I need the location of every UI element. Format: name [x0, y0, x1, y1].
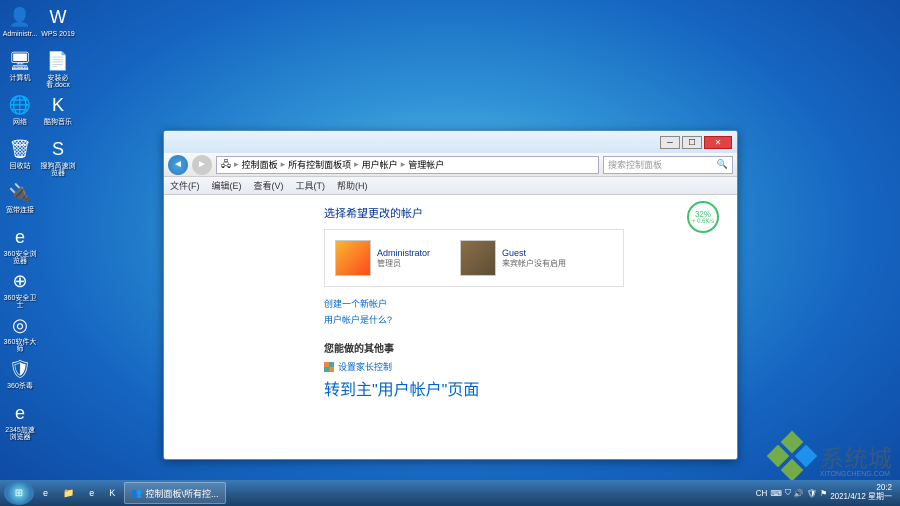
- icon-image: 📄: [45, 48, 71, 74]
- account-guest[interactable]: Guest 来宾帐户没有启用: [460, 240, 566, 276]
- menu-tools[interactable]: 工具(T): [296, 179, 326, 192]
- taskbar-pin[interactable]: e: [37, 482, 54, 504]
- icon-image: e: [7, 400, 33, 426]
- menubar: 文件(F) 编辑(E) 查看(V) 工具(T) 帮助(H): [164, 177, 737, 195]
- system-tray: CH ⌨ ⛉ 🔊 🛡 ⚑ 20:2 2021/4/12 星期一: [756, 484, 896, 502]
- breadcrumb-icon: 🖧: [221, 157, 231, 173]
- icon-label: 360杀毒: [7, 383, 33, 390]
- section-title: 选择希望更改的帐户: [324, 205, 717, 221]
- maximize-button[interactable]: ☐: [682, 136, 702, 149]
- link-goto-main[interactable]: 转到主"用户帐户"页面: [324, 376, 717, 400]
- icon-image: ⊕: [7, 268, 33, 294]
- desktop-icon[interactable]: 🛡360杀毒: [2, 356, 38, 398]
- minimize-button[interactable]: ─: [660, 136, 680, 149]
- desktop-icon[interactable]: WWPS 2019: [40, 4, 76, 46]
- icon-image: 🛡: [7, 356, 33, 382]
- icon-label: 360安全浏览器: [2, 251, 38, 265]
- icon-label: 安装必看.docx: [40, 75, 76, 89]
- forward-button[interactable]: ►: [192, 155, 212, 175]
- menu-file[interactable]: 文件(F): [170, 179, 200, 192]
- desktop-icon[interactable]: e360安全浏览器: [2, 224, 38, 266]
- icon-image: S: [45, 136, 71, 162]
- desktop-icon[interactable]: e2345加速浏览器: [2, 400, 38, 442]
- search-icon: 🔍: [717, 159, 728, 170]
- desktop-icon[interactable]: S搜狗高速浏览器: [40, 136, 76, 178]
- icon-label: 宽带连接: [6, 207, 34, 214]
- desktop-icon[interactable]: 📄安装必看.docx: [40, 48, 76, 90]
- tray-icon[interactable]: ⚑: [820, 489, 827, 498]
- icon-label: 酷狗音乐: [44, 119, 72, 126]
- icon-label: 360安全卫士: [2, 295, 38, 309]
- desktop-icon[interactable]: ⊕360安全卫士: [2, 268, 38, 310]
- taskbar-task[interactable]: 👥控制面板\所有控...: [124, 482, 225, 504]
- account-administrator[interactable]: Administrator 管理员: [335, 240, 430, 276]
- avatar: [460, 240, 496, 276]
- icon-label: 2345加速浏览器: [2, 427, 38, 441]
- watermark-sub: XITONGCHENG.COM: [820, 471, 890, 478]
- icon-label: 网络: [13, 119, 27, 126]
- breadcrumb-item[interactable]: 用户帐户: [362, 158, 398, 171]
- taskbar: ⊞ e 📁 e K 👥控制面板\所有控... CH ⌨ ⛉ 🔊 🛡 ⚑ 20:2…: [0, 480, 900, 506]
- tray-icon[interactable]: 🛡: [807, 489, 817, 498]
- icon-image: W: [45, 4, 71, 30]
- breadcrumb[interactable]: 🖧 ▸ 控制面板 ▸ 所有控制面板项 ▸ 用户帐户 ▸ 管理帐户: [216, 156, 599, 174]
- clock[interactable]: 20:2 2021/4/12 星期一: [830, 484, 892, 502]
- breadcrumb-item[interactable]: 管理帐户: [408, 158, 444, 171]
- icon-label: 360软件大师: [2, 339, 38, 353]
- breadcrumb-item[interactable]: 控制面板: [242, 158, 278, 171]
- link-what-is-account[interactable]: 用户帐户是什么?: [324, 313, 717, 326]
- search-input[interactable]: 搜索控制面板 🔍: [603, 156, 733, 174]
- tray-icon[interactable]: 🔊: [794, 489, 804, 498]
- titlebar: ─ ☐ ✕: [164, 131, 737, 153]
- start-button[interactable]: ⊞: [4, 481, 34, 505]
- link-parental-control[interactable]: 设置家长控制: [324, 360, 717, 373]
- desktop-icon[interactable]: 🖥计算机: [2, 48, 38, 90]
- desktop-icon[interactable]: 👤Administr...: [2, 4, 38, 46]
- other-section-title: 您能做的其他事: [324, 340, 717, 355]
- link-create-account[interactable]: 创建一个新帐户: [324, 297, 717, 310]
- desktop-icon[interactable]: 🗑回收站: [2, 136, 38, 178]
- desktop-icon[interactable]: 🔌宽带连接: [2, 180, 38, 222]
- icon-label: WPS 2019: [41, 31, 74, 38]
- ime-indicator[interactable]: CH: [756, 489, 768, 498]
- back-button[interactable]: ◄: [168, 155, 188, 175]
- icon-label: 回收站: [10, 163, 31, 170]
- accounts-box: Administrator 管理员 Guest 来宾帐户没有启用: [324, 229, 624, 287]
- icon-label: 搜狗高速浏览器: [40, 163, 76, 177]
- desktop-icon[interactable]: ◎360软件大师: [2, 312, 38, 354]
- taskbar-pin[interactable]: K: [103, 482, 121, 504]
- icon-image: 🗑: [7, 136, 33, 162]
- content-area: 32% + 0.6K/s 选择希望更改的帐户 Administrator 管理员…: [164, 195, 737, 459]
- navbar: ◄ ► 🖧 ▸ 控制面板 ▸ 所有控制面板项 ▸ 用户帐户 ▸ 管理帐户 搜索控…: [164, 153, 737, 177]
- avatar: [335, 240, 371, 276]
- icon-image: 🌐: [7, 92, 33, 118]
- icon-label: 计算机: [10, 75, 31, 82]
- icon-image: e: [7, 224, 33, 250]
- icon-image: ◎: [7, 312, 33, 338]
- desktop-icons-col1: 👤Administr...🖥计算机🌐网络🗑回收站🔌宽带连接e360安全浏览器⊕3…: [2, 4, 38, 442]
- account-links: 创建一个新帐户 用户帐户是什么?: [324, 297, 717, 326]
- menu-help[interactable]: 帮助(H): [337, 179, 368, 192]
- shield-icon: [324, 362, 334, 372]
- speed-badge: 32% + 0.6K/s: [687, 201, 719, 233]
- icon-label: Administr...: [3, 31, 38, 38]
- desktop-icon[interactable]: K酷狗音乐: [40, 92, 76, 134]
- icon-image: K: [45, 92, 71, 118]
- taskbar-pin[interactable]: e: [83, 482, 100, 504]
- control-panel-window: ─ ☐ ✕ ◄ ► 🖧 ▸ 控制面板 ▸ 所有控制面板项 ▸ 用户帐户 ▸ 管理…: [163, 130, 738, 460]
- breadcrumb-item[interactable]: 所有控制面板项: [288, 158, 351, 171]
- desktop-icons-col2: WWPS 2019📄安装必看.docxK酷狗音乐S搜狗高速浏览器: [40, 4, 76, 178]
- menu-edit[interactable]: 编辑(E): [212, 179, 242, 192]
- icon-image: 🔌: [7, 180, 33, 206]
- tray-icon[interactable]: ⌨: [770, 489, 782, 498]
- taskbar-pin[interactable]: 📁: [57, 482, 80, 504]
- close-button[interactable]: ✕: [704, 136, 732, 149]
- icon-image: 👤: [7, 4, 33, 30]
- icon-image: 🖥: [7, 48, 33, 74]
- tray-icon[interactable]: ⛉: [785, 488, 791, 498]
- desktop-icon[interactable]: 🌐网络: [2, 92, 38, 134]
- menu-view[interactable]: 查看(V): [254, 179, 284, 192]
